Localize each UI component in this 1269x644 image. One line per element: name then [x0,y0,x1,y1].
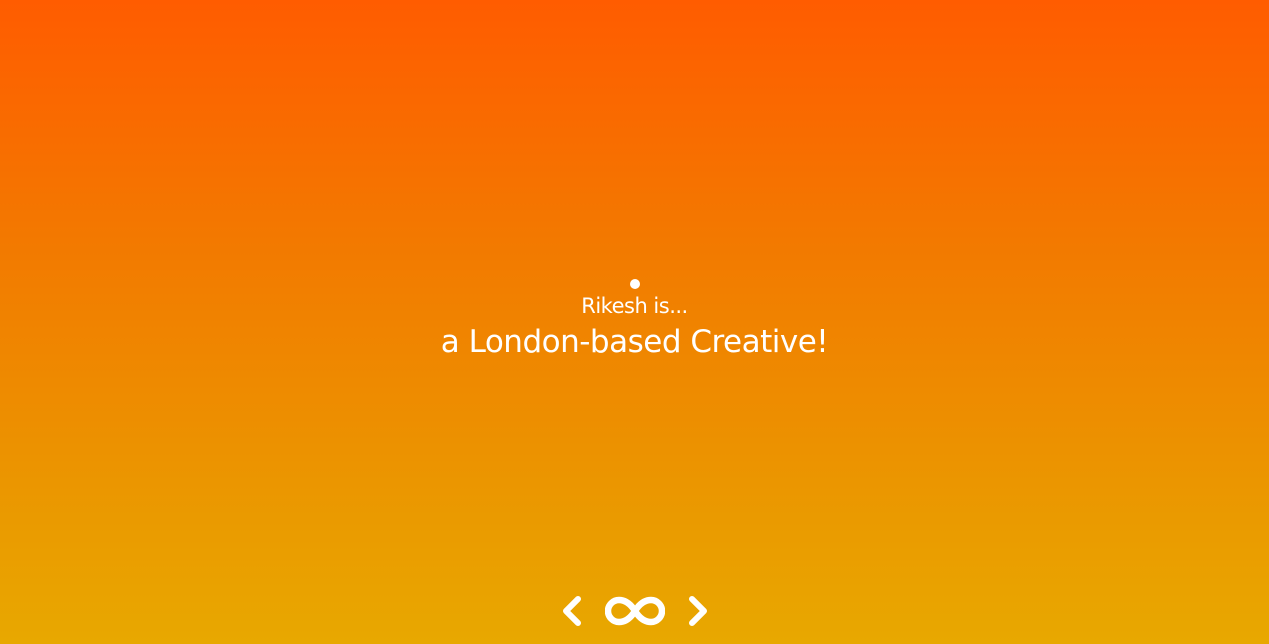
previous-button[interactable] [557,591,587,631]
hero: Rikesh is... a London-based Creative! [0,279,1269,361]
status-dot [629,279,640,289]
next-button[interactable] [683,591,713,631]
chevron-left-icon [562,596,581,626]
page-background: Rikesh is... a London-based Creative! [0,0,1269,644]
hero-tagline: a London-based Creative! [440,324,829,360]
hero-intro: Rikesh is... [581,294,688,318]
slide-navigation [0,591,1269,631]
infinity-icon [604,596,665,626]
chevron-right-icon [688,596,707,626]
loop-button[interactable] [603,591,667,631]
